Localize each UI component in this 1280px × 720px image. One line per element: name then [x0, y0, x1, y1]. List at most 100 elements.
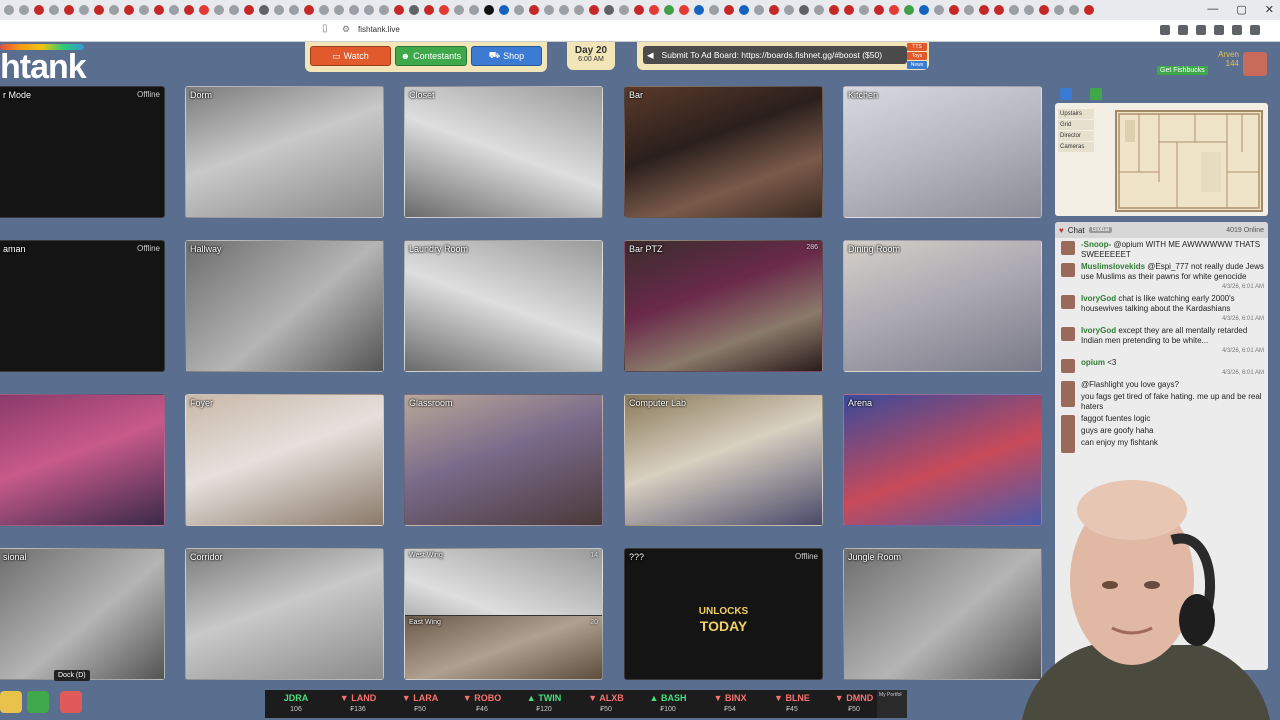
camera-tile[interactable]: Bar: [624, 86, 823, 218]
browser-tab-favicon[interactable]: [49, 5, 59, 15]
chat-message[interactable]: faggot fuentes logic: [1055, 412, 1268, 429]
browser-tab-favicon[interactable]: [469, 5, 479, 15]
ticker-item[interactable]: ▼ BINX ₣54: [699, 690, 761, 718]
browser-tab-favicon[interactable]: [619, 5, 629, 15]
camera-tile[interactable]: [0, 394, 165, 526]
camera-tile[interactable]: Computer Lab: [624, 394, 823, 526]
house-floor-map[interactable]: [1115, 110, 1263, 212]
chat-message[interactable]: -Snoop- @opium WITH ME AWWWWWW THATS SWE…: [1055, 238, 1268, 260]
browser-tab-favicon[interactable]: [409, 5, 419, 15]
browser-tab-favicon[interactable]: [784, 5, 794, 15]
camera-tile[interactable]: Foyer: [185, 394, 384, 526]
browser-tab-favicon[interactable]: [934, 5, 944, 15]
camera-tile[interactable]: Kitchen: [843, 86, 1042, 218]
browser-tab-favicon[interactable]: [229, 5, 239, 15]
browser-tab-favicon[interactable]: [394, 5, 404, 15]
browser-tab-favicon[interactable]: [439, 5, 449, 15]
map-tab-director[interactable]: Director: [1058, 131, 1094, 141]
camera-tile[interactable]: ??? Offline UNLOCKS TODAY: [624, 548, 823, 680]
browser-tab-favicon[interactable]: [214, 5, 224, 15]
browser-tab-favicon[interactable]: [739, 5, 749, 15]
contestants-button[interactable]: ☻ Contestants: [394, 46, 467, 66]
avatar[interactable]: [1061, 439, 1075, 453]
ticker-item[interactable]: ▼ LARA ₣50: [389, 690, 451, 718]
chat-username[interactable]: -Snoop-: [1081, 240, 1111, 249]
camera-tile[interactable]: Dining Room: [843, 240, 1042, 372]
ticker-item[interactable]: ▼ ALXB ₣50: [575, 690, 637, 718]
chat-message[interactable]: you fags get tired of fake hating. me up…: [1055, 390, 1268, 412]
browser-tab-favicon[interactable]: [544, 5, 554, 15]
ticker-item[interactable]: ▼ ROBO ₣46: [451, 690, 513, 718]
browser-tab-favicon[interactable]: [154, 5, 164, 15]
browser-tab-favicon[interactable]: [454, 5, 464, 15]
extension-icons[interactable]: [1160, 25, 1260, 35]
browser-tab-favicon[interactable]: [724, 5, 734, 15]
browser-tab-favicon[interactable]: [949, 5, 959, 15]
camera-tile[interactable]: Hallway: [185, 240, 384, 372]
ticker-item[interactable]: JDRA 106: [265, 690, 327, 718]
browser-tab-favicon[interactable]: [244, 5, 254, 15]
browser-tab-favicon[interactable]: [34, 5, 44, 15]
browser-tab-favicon[interactable]: [199, 5, 209, 15]
browser-tab-favicon[interactable]: [829, 5, 839, 15]
toys-tag[interactable]: Toys: [907, 52, 927, 60]
news-tag[interactable]: News: [907, 61, 927, 69]
chat-username[interactable]: IvoryGod: [1081, 326, 1116, 335]
chat-message[interactable]: opium <3 4/3/26, 6:01 AM: [1055, 356, 1268, 378]
camera-tile[interactable]: r Mode Offline: [0, 86, 165, 218]
browser-tab-favicon[interactable]: [334, 5, 344, 15]
avatar[interactable]: [1061, 295, 1075, 309]
camera-tile[interactable]: Glassroom: [404, 394, 603, 526]
fishtank-logo[interactable]: htank: [0, 48, 87, 87]
maximize-icon[interactable]: ▢: [1236, 3, 1246, 16]
browser-tab-favicon[interactable]: [814, 5, 824, 15]
camera-tile[interactable]: sional: [0, 548, 165, 680]
browser-tab-favicon[interactable]: [139, 5, 149, 15]
camera-tile[interactable]: Closet: [404, 86, 603, 218]
browser-tab-favicon[interactable]: [499, 5, 509, 15]
chat-message[interactable]: IvoryGod except they are all mentally re…: [1055, 324, 1268, 356]
browser-tab-favicon[interactable]: [1009, 5, 1019, 15]
browser-tab-favicon[interactable]: [304, 5, 314, 15]
map-pin-button[interactable]: [1060, 88, 1072, 100]
dock-green-button[interactable]: [27, 691, 49, 713]
map-tab-grid[interactable]: Grid: [1058, 120, 1094, 130]
chat-message[interactable]: @Flashlight you love gays?: [1055, 378, 1268, 395]
avatar[interactable]: [1061, 359, 1075, 373]
browser-tab-favicon[interactable]: [64, 5, 74, 15]
get-fishbucks-button[interactable]: Get Fishbucks: [1157, 66, 1208, 75]
ticker-item[interactable]: ▼ DMND ₣50: [823, 690, 885, 718]
browser-tab-favicon[interactable]: [1039, 5, 1049, 15]
browser-tab-favicon[interactable]: [1054, 5, 1064, 15]
browser-tab-favicon[interactable]: [184, 5, 194, 15]
ticker-item[interactable]: ▲ TWIN ₣120: [513, 690, 575, 718]
browser-tab-favicon[interactable]: [514, 5, 524, 15]
shop-button[interactable]: ⛟ Shop: [470, 46, 542, 66]
browser-tab-favicon[interactable]: [79, 5, 89, 15]
browser-tab-favicon[interactable]: [289, 5, 299, 15]
browser-tab-favicon[interactable]: [799, 5, 809, 15]
browser-tab-favicon[interactable]: [679, 5, 689, 15]
browser-tab-favicon[interactable]: [649, 5, 659, 15]
avatar[interactable]: [1061, 393, 1075, 407]
chat-message[interactable]: IvoryGod chat is like watching early 200…: [1055, 292, 1268, 324]
ticker-item[interactable]: ▼ LAND ₣136: [327, 690, 389, 718]
ticker-item[interactable]: ▼ BLNE ₣45: [761, 690, 823, 718]
chat-username[interactable]: Muslimslovekids: [1081, 262, 1145, 271]
ticker-item[interactable]: ▲ BASH ₣100: [637, 690, 699, 718]
browser-tab-favicon[interactable]: [889, 5, 899, 15]
map-tab-cameras[interactable]: Cameras: [1058, 142, 1094, 152]
browser-tab-favicon[interactable]: [124, 5, 134, 15]
camera-tile[interactable]: Corridor: [185, 548, 384, 680]
chat-message[interactable]: guys are goofy haha: [1055, 424, 1268, 441]
dock-yellow-button[interactable]: [0, 691, 22, 713]
browser-tab-favicon[interactable]: [94, 5, 104, 15]
close-icon[interactable]: ✕: [1265, 3, 1274, 16]
browser-tab-favicon[interactable]: [319, 5, 329, 15]
browser-tab-favicon[interactable]: [109, 5, 119, 15]
browser-tab-strip[interactable]: [0, 0, 1280, 20]
camera-tile[interactable]: Laundry Room: [404, 240, 603, 372]
browser-tab-favicon[interactable]: [364, 5, 374, 15]
browser-tab-favicon[interactable]: [604, 5, 614, 15]
browser-tab-favicon[interactable]: [169, 5, 179, 15]
